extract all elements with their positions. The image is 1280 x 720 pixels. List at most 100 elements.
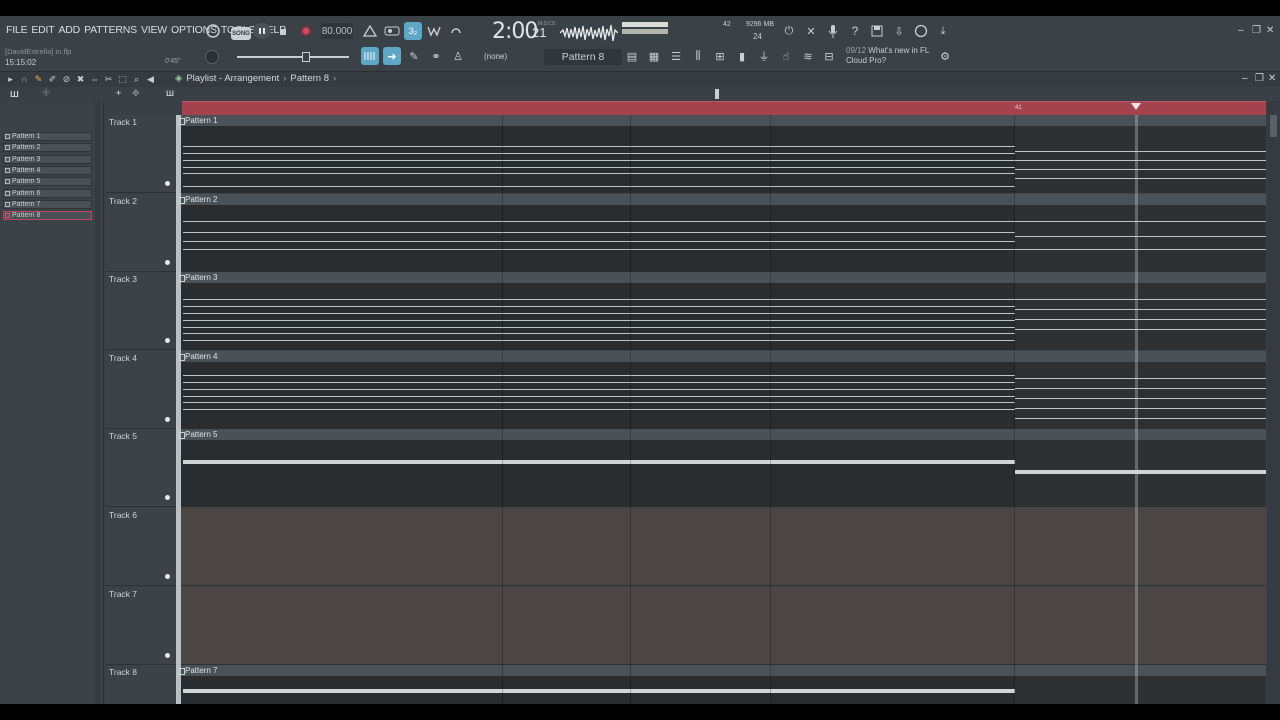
track-enable-toggle[interactable] [165,652,170,658]
picker-add-icon[interactable]: ✚ [42,88,50,99]
news-panel[interactable]: 09/12 What's new in FL Cloud Pro? [846,46,929,66]
track-lane[interactable]: Pattern 4 [176,350,1266,429]
browser-icon[interactable]: ⊞ [711,47,729,65]
add-track-icon[interactable]: + [116,88,121,98]
track-enable-toggle[interactable] [165,574,170,579]
tempo-display[interactable]: 80.000 [321,23,353,39]
master-volume-thumb[interactable] [302,52,310,62]
stamp-icon[interactable]: ♙ [449,47,467,65]
track-enable-toggle[interactable] [165,181,170,186]
picker-item[interactable]: Pattern 7 [3,199,92,209]
track-header[interactable]: Track 5 [106,429,176,508]
picker-item[interactable]: Pattern 6 [3,188,92,198]
pattern-selector[interactable]: Pattern 8 [544,49,622,65]
track-enable-toggle[interactable] [165,416,170,422]
countdown-icon[interactable]: 3₂ [404,22,422,40]
menu-view[interactable]: VIEW [139,24,169,36]
menu-edit[interactable]: EDIT [29,24,56,36]
record-mode-icon[interactable] [204,22,222,40]
picker-item[interactable]: Pattern 4 [3,165,92,175]
menu-file[interactable]: FILE [4,24,29,36]
track-lane[interactable]: Pattern 2 [176,193,1266,272]
microphone-icon[interactable] [824,22,842,40]
help-icon[interactable]: ? [846,22,864,40]
menu-patterns[interactable]: PATTERNS [82,24,139,36]
zoom-tool-icon[interactable]: ⌕ [131,73,142,85]
power-icon[interactable]: ⏻ [780,22,798,40]
snap-selector[interactable]: (none) [484,52,507,61]
oscilloscope-icon[interactable] [560,22,618,44]
playhead[interactable] [1135,115,1138,704]
track-lane[interactable]: Pattern 7 [176,665,1266,704]
mute-tool-icon[interactable]: ✖ [75,73,86,85]
wings-icon[interactable]: ≋ [799,47,817,65]
select-tool-icon[interactable]: ⬚ [117,73,128,85]
clipboard-icon[interactable]: ▮ [733,47,751,65]
master-volume-slider[interactable] [237,56,349,58]
loop-record-icon[interactable] [448,22,466,40]
pattern-clip[interactable]: Pattern 7 [176,665,1266,704]
vertical-scrollbar[interactable] [1267,101,1280,704]
timeline-ruler[interactable]: 41 [182,101,1266,115]
metronome-icon[interactable] [361,22,379,40]
picker-item[interactable]: Pattern 8 [3,211,92,221]
playlist-close-icon[interactable]: ✕ [1268,73,1276,84]
brush-icon[interactable]: ✎ [405,47,423,65]
arrow-right-icon[interactable]: ➜ [383,47,401,65]
playlist-grid[interactable]: Pattern 1 Pattern 2 Pattern 3 Pattern 4 Patt… [176,115,1266,704]
master-pitch-knob[interactable] [205,50,219,64]
track-header[interactable]: Track 7 [106,586,176,665]
track-move-icon[interactable]: ✥ [132,88,140,99]
playlist-minimize-icon[interactable]: – [1242,73,1248,84]
minimize-icon[interactable]: – [1238,25,1244,36]
download-icon[interactable]: ⤓ [934,22,952,40]
pattern-clip[interactable]: Pattern 3 [176,272,1266,351]
slice-tool-icon[interactable]: ✂ [103,73,114,85]
track-enable-toggle[interactable] [165,259,170,265]
track-header[interactable]: Track 3 [106,272,176,351]
stop-icon[interactable] [274,23,292,41]
track-lane[interactable]: Pattern 3 [176,272,1266,351]
pause-icon[interactable] [253,23,271,39]
horizontal-scroll-thumb[interactable] [715,89,719,99]
track-header[interactable]: Track 8 [106,665,176,704]
brush-tool-icon[interactable]: ✐ [47,73,58,85]
plugin-icon[interactable]: ⏚ [755,47,773,65]
breadcrumb-pattern[interactable]: Pattern 8 [290,73,329,84]
track-lane[interactable]: Pattern 5 [176,429,1266,508]
picker-scrollbar[interactable] [95,101,101,704]
track-enable-toggle[interactable] [165,338,170,344]
touch-icon[interactable]: ☝ [777,47,795,65]
track-lane[interactable] [176,586,1266,665]
save-icon[interactable] [868,22,886,40]
playlist-view-icon[interactable] [361,47,379,65]
track-enable-toggle[interactable] [165,495,170,501]
menu-add[interactable]: ADD [57,24,83,36]
song-position-marker-icon[interactable] [1131,103,1141,110]
track-header[interactable]: Track 2 [106,193,176,272]
pattern-clip[interactable]: Pattern 5 [176,429,1266,508]
playlist-icon[interactable]: ▤ [623,47,641,65]
play-arrow-icon[interactable]: ▸ [5,73,16,85]
link-icon[interactable]: ⚭ [427,47,445,65]
channel-rack-icon[interactable]: ☰ [667,47,685,65]
gear-icon[interactable]: ⚙ [936,47,954,65]
horizontal-scrollbar[interactable] [182,87,1266,101]
picker-item[interactable]: Pattern 2 [3,143,92,153]
clip-resize-handle[interactable] [176,115,181,704]
tools-icon[interactable]: ✕ [802,22,820,40]
picker-mode-icon[interactable]: ш [10,88,19,100]
restore-icon[interactable]: ❐ [1252,25,1261,36]
song-mode-toggle[interactable]: SONG [231,27,251,40]
track-header[interactable]: Track 1 [106,115,176,193]
vertical-scroll-thumb[interactable] [1270,115,1277,137]
track-lane[interactable]: Pattern 1 [176,115,1266,193]
pattern-clip[interactable]: Pattern 1 [176,115,1266,193]
close-icon[interactable]: ✕ [1266,25,1274,36]
picker-item[interactable]: Pattern 5 [3,177,92,187]
blend-notes-icon[interactable] [426,22,444,40]
chat-icon[interactable] [912,22,930,40]
track-lane[interactable] [176,508,1266,586]
pattern-clip[interactable]: Pattern 4 [176,350,1266,429]
delete-tool-icon[interactable]: ⊘ [61,73,72,85]
